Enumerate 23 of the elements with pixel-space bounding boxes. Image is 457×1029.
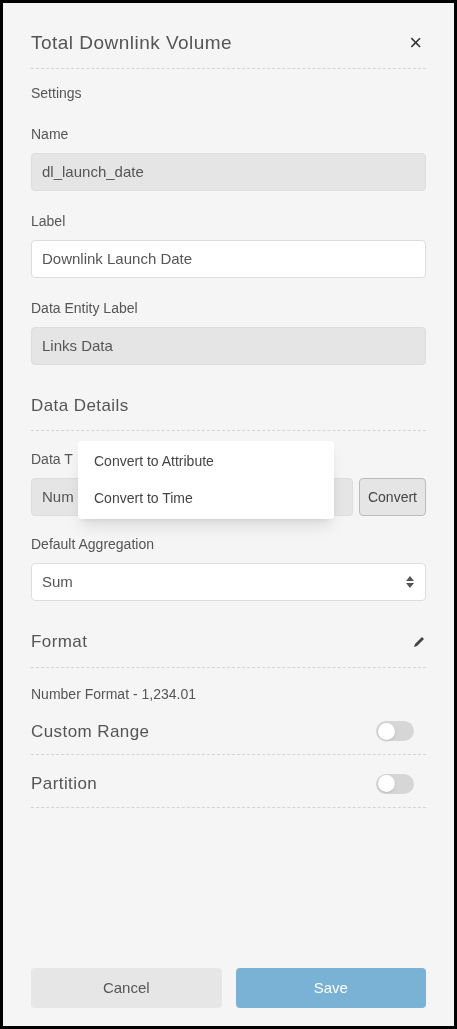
field-label: Data Entity Label — [31, 298, 139, 318]
menu-item[interactable]: Convert to Attribute — [94, 451, 318, 472]
input-field[interactable]: Downlink Launch Date — [31, 239, 426, 278]
menu-item[interactable]: Convert to Time — [94, 488, 318, 509]
field-label: Data T — [31, 450, 73, 469]
close-button[interactable]: × — [405, 32, 426, 55]
field-label: Label — [31, 211, 67, 231]
format-value: Number Format - 1,234.01 — [31, 684, 197, 704]
cancel-button[interactable]: Cancel — [31, 968, 222, 1008]
section-heading: Format — [31, 631, 88, 653]
field-label: Name — [31, 124, 70, 144]
pencil-icon[interactable] — [412, 634, 426, 649]
select-field[interactable]: Sum — [31, 563, 426, 601]
convert-button[interactable]: Convert — [358, 478, 426, 516]
section-heading: Settings — [31, 83, 83, 103]
toggle-label: Custom Range — [31, 720, 150, 743]
sort-arrows-icon — [405, 575, 415, 589]
section-heading: Data Details — [31, 392, 426, 431]
field-label: Default Aggregation — [31, 535, 155, 554]
panel-title: Total Downlink Volume — [31, 31, 233, 55]
toggle-switch[interactable] — [376, 721, 414, 742]
toggle-switch[interactable] — [376, 773, 414, 794]
toggle-label: Partition — [31, 773, 98, 795]
